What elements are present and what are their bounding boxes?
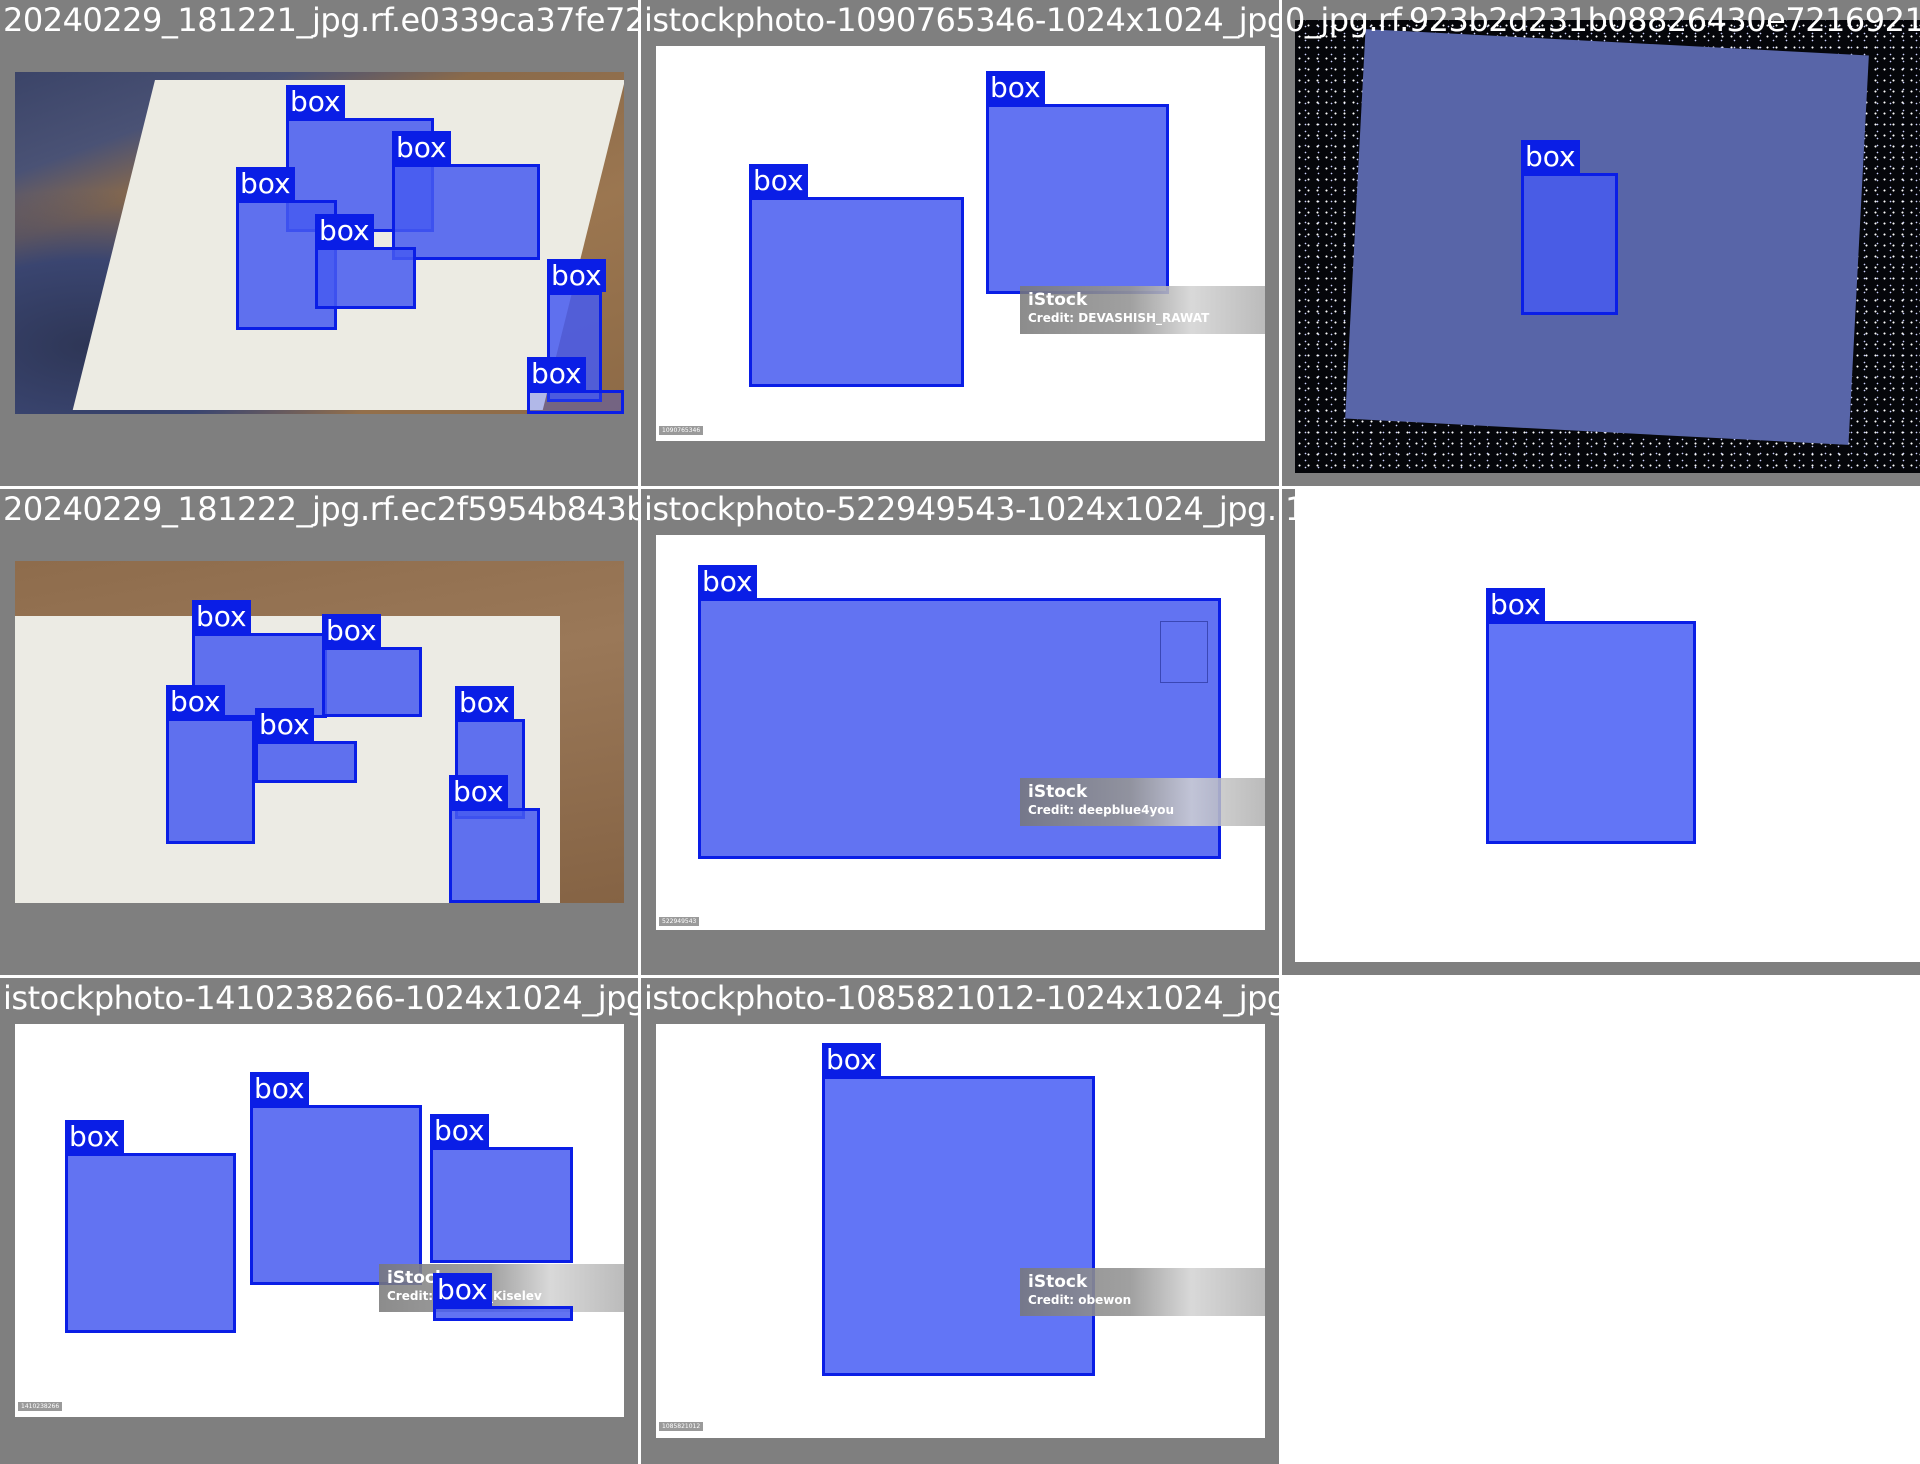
stock-watermark: iStock Credit: obewon (1020, 1268, 1265, 1316)
detection-label: box (166, 685, 225, 718)
detection-label: box (433, 1273, 492, 1306)
detection-label: box (749, 164, 808, 197)
tile-photo: box box box iStock Credit: Nikolay_Kisel… (15, 1024, 624, 1417)
detection-box: box (822, 1043, 1095, 1376)
detection-box: box (65, 1120, 236, 1333)
detection-box: box (449, 775, 540, 903)
detection-label: box (986, 71, 1045, 104)
image-tile: box 0_jpg.rf.923b2d231b08826430e72169211… (1282, 0, 1920, 486)
package-label-area (1160, 621, 1208, 683)
stock-watermark: iStock Credit: Nikolay_Kiselev (379, 1264, 624, 1312)
stock-watermark: iStock Credit: deepblue4you (1020, 778, 1265, 826)
image-tile: box iStock Credit: obewon 1085821012 ist… (641, 978, 1279, 1464)
image-tile: box box box box box box 20240229_181221_… (0, 0, 638, 486)
detection-label: box (65, 1120, 124, 1153)
detection-box: box (433, 1273, 573, 1321)
tile-title: istockphoto-1085821012-1024x1024_jpg.rf. (644, 979, 1279, 1017)
tile-title: 0_jpg.rf.923b2d231b08826430e721692111c (1285, 1, 1920, 39)
tile-title: istockphoto-1410238266-1024x1024_jpg.rf. (3, 979, 638, 1017)
detection-box: box (315, 214, 416, 309)
tile-photo: box (1295, 489, 1920, 962)
tile-title: 20240229_181222_jpg.rf.ec2f5954b843b8a69 (3, 490, 638, 528)
detection-label: box (698, 565, 757, 598)
detection-label: box (315, 214, 374, 247)
tile-photo: box box box box box box (15, 72, 624, 414)
tile-title: istockphoto-522949543-1024x1024_jpg.rf.a (644, 490, 1279, 528)
detection-box: box (430, 1114, 573, 1263)
detection-box: box (749, 164, 964, 387)
detection-label: box (322, 614, 381, 647)
watermark-credit: Credit: obewon (1028, 1293, 1132, 1307)
watermark-credit: Credit: DEVASHISH_RAWAT (1028, 311, 1210, 325)
detection-label: box (822, 1043, 881, 1076)
tile-title: 20240229_181221_jpg.rf.e0339ca37fe72cc0d (3, 1, 638, 39)
tile-photo: box box box box box box (15, 561, 624, 903)
photo-id: 1085821012 (659, 1422, 704, 1431)
tile-photo: box (1295, 20, 1920, 473)
detection-label: box (449, 775, 508, 808)
photo-id: 522949543 (659, 917, 700, 926)
photo-id: 1090765346 (659, 426, 704, 435)
watermark-brand: iStock (1028, 782, 1088, 802)
detection-label: box (250, 1072, 309, 1105)
detection-label: box (527, 357, 586, 390)
detection-box: box (255, 708, 357, 783)
detection-label: box (255, 708, 314, 741)
detection-label: box (547, 259, 606, 292)
detection-label: box (392, 131, 451, 164)
stock-watermark: iStock Credit: DEVASHISH_RAWAT (1020, 286, 1265, 334)
detection-label: box (236, 167, 295, 200)
watermark-brand: iStock (1028, 290, 1088, 310)
tile-title: 100_jpg.rf.5110d88121b3efaba44e8ccd270 (1285, 490, 1920, 528)
photo-id: 1410238266 (18, 1402, 63, 1411)
image-tile: box box box box box box 20240229_181222_… (0, 489, 638, 975)
detection-box: box (527, 357, 624, 414)
detection-label: box (1521, 140, 1580, 173)
detection-label: box (286, 85, 345, 118)
image-tile: box box iStock Credit: DEVASHISH_RAWAT 1… (641, 0, 1279, 486)
detection-label: box (1486, 588, 1545, 621)
detection-box: box (250, 1072, 422, 1285)
image-tile: box box box iStock Credit: Nikolay_Kisel… (0, 978, 638, 1464)
tile-photo: box box iStock Credit: DEVASHISH_RAWAT 1… (656, 46, 1265, 441)
tile-photo: box iStock Credit: obewon 1085821012 (656, 1024, 1265, 1438)
detection-box: box (1521, 140, 1618, 315)
detection-label: box (430, 1114, 489, 1147)
tile-photo: box iStock Credit: deepblue4you 52294954… (656, 535, 1265, 930)
detection-box: box (986, 71, 1169, 294)
detection-label: box (192, 600, 251, 633)
watermark-credit: Credit: deepblue4you (1028, 803, 1175, 817)
detection-box: box (392, 131, 540, 260)
detection-box: box (166, 685, 255, 844)
watermark-brand: iStock (1028, 1272, 1088, 1292)
detection-label: box (455, 686, 514, 719)
image-tile: box iStock Credit: deepblue4you 52294954… (641, 489, 1279, 975)
detection-box: box (322, 614, 422, 717)
tile-title: istockphoto-1090765346-1024x1024_jpg.rf. (644, 1, 1279, 39)
detection-box: box (1486, 588, 1696, 844)
image-tile: box 100_jpg.rf.5110d88121b3efaba44e8ccd2… (1282, 489, 1920, 975)
detection-mosaic: box box box box box box 20240229_181221_… (0, 0, 1920, 1464)
